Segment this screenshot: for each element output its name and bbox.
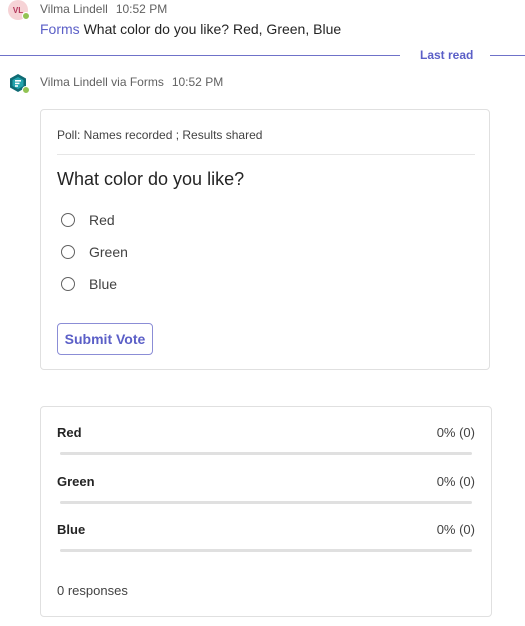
result-row-blue: Blue 0% (0) (57, 522, 475, 556)
presence-available-icon (22, 12, 30, 20)
result-row-green: Green 0% (0) (57, 474, 475, 508)
result-option-name: Green (57, 474, 95, 489)
poll-option-green[interactable]: Green (61, 242, 128, 262)
presence-available-icon (22, 86, 30, 94)
result-percentage: 0% (0) (436, 522, 475, 537)
result-option-name: Red (57, 425, 82, 440)
message-body: Forms What color do you like? Red, Green… (40, 21, 341, 37)
result-progress-bar (60, 549, 472, 552)
poll-results-card: Red 0% (0) Green 0% (0) Blue 0% (0) 0 re… (40, 406, 492, 617)
option-label: Blue (89, 276, 118, 292)
poll-card: Poll: Names recorded ; Results shared Wh… (40, 109, 490, 370)
result-percentage: 0% (0) (436, 425, 475, 440)
last-read-divider-line (0, 55, 400, 56)
message-timestamp: 10:52 PM (171, 75, 224, 89)
message-timestamp: 10:52 PM (115, 2, 168, 16)
message-text: What color do you like? Red, Green, Blue (83, 21, 342, 37)
result-percentage: 0% (0) (436, 474, 475, 489)
poll-option-blue[interactable]: Blue (61, 274, 117, 294)
divider (57, 154, 475, 155)
result-row-red: Red 0% (0) (57, 425, 475, 459)
last-read-divider-line (490, 55, 525, 56)
radio-button[interactable] (61, 277, 75, 291)
message-header: Vilma Lindell via Forms 10:52 PM (40, 75, 223, 89)
responses-count: 0 responses (57, 583, 128, 598)
message-header: Vilma Lindell 10:52 PM (40, 2, 167, 16)
submit-vote-button[interactable]: Submit Vote (57, 323, 153, 355)
radio-button[interactable] (61, 213, 75, 227)
poll-option-red[interactable]: Red (61, 210, 115, 230)
poll-settings-text: Poll: Names recorded ; Results shared (57, 128, 263, 142)
result-progress-bar (60, 452, 472, 455)
option-label: Green (89, 244, 128, 260)
last-read-label: Last read (420, 48, 474, 62)
forms-app-link[interactable]: Forms (40, 21, 80, 37)
radio-button[interactable] (61, 245, 75, 259)
result-option-name: Blue (57, 522, 86, 537)
sender-name: Vilma Lindell (40, 2, 108, 16)
poll-question: What color do you like? (57, 169, 245, 189)
result-progress-bar (60, 501, 472, 504)
option-label: Red (89, 212, 115, 228)
sender-name: Vilma Lindell via Forms (40, 75, 164, 89)
chat-pane: VL Vilma Lindell 10:52 PM Forms What colo… (0, 0, 525, 626)
